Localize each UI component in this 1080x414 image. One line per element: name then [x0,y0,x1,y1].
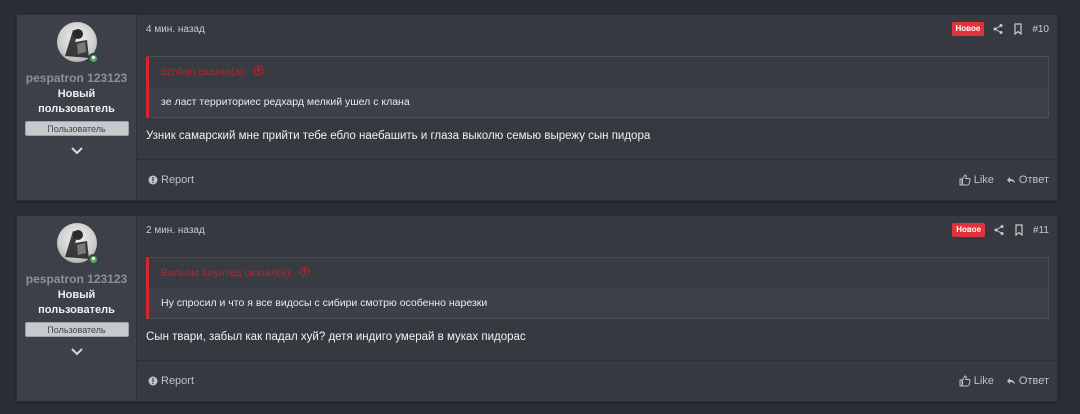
post-header-actions: Новое #10 [951,22,1049,36]
online-status-icon [87,254,99,265]
new-badge: Новое [952,223,986,237]
quote-author-label: dzhfrsn сказал(а): [161,66,247,78]
quote-author[interactable]: dzhfrsn сказал(а): [149,57,1048,87]
message-text: Сын твари, забыл как падал хуй? детя инд… [146,331,526,343]
report-label: Report [161,174,195,186]
post-footer: Report Like Ответ [137,159,1057,200]
arrow-up-circle-icon[interactable] [299,266,310,277]
reply-icon [1006,378,1015,385]
quote-author[interactable]: Вильям Хоунтед сказал(а): [149,258,1048,288]
chevron-down-icon[interactable] [69,145,85,157]
post-number[interactable]: #11 [1033,225,1049,236]
report-link[interactable]: Report [148,174,194,186]
post-header-actions: Новое #11 [952,223,1049,237]
new-badge: Новое [951,22,985,36]
user-title: Новый пользователь [38,289,115,316]
like-button[interactable]: Like [959,174,994,186]
user-info: pespatron 123123 Новый пользователь Поль… [17,15,137,200]
post: pespatron 123123 Новый пользователь Поль… [16,14,1058,201]
thumbs-up-icon [959,375,971,387]
post-footer: Report Like Ответ [137,360,1057,401]
quote-block: Вильям Хоунтед сказал(а): Ну спросил и ч… [146,257,1049,319]
reply-button[interactable]: Ответ [1006,174,1049,186]
quote-text: зе ласт территориес редхард мелкий ушел … [149,87,1048,117]
user-info: pespatron 123123 Новый пользователь Поль… [17,216,137,401]
post-date[interactable]: 2 мин. назад [146,225,205,236]
chevron-down-icon[interactable] [69,346,85,358]
post-header: 2 мин. назад Новое #11 [146,216,1049,244]
report-icon [148,376,158,386]
user-banner: Пользователь [24,322,129,337]
quote-author-label: Вильям Хоунтед сказал(а): [161,267,293,279]
avatar[interactable] [56,22,99,64]
report-icon [148,175,158,185]
post-content: 2 мин. назад Новое #11 Вильям Хоунтед ск… [137,216,1057,401]
report-label: Report [161,375,195,387]
user-banner: Пользователь [24,121,129,136]
reply-label: Ответ [1018,174,1049,186]
reply-icon [1006,177,1015,184]
post-footer-actions: Like Ответ [959,375,1049,387]
reply-label: Ответ [1018,375,1049,387]
quote-block: dzhfrsn сказал(а): зе ласт территориес р… [146,56,1049,118]
share-icon[interactable] [993,224,1005,236]
user-title: Новый пользователь [38,88,115,115]
avatar[interactable] [56,223,99,265]
arrow-up-circle-icon[interactable] [253,65,264,76]
username[interactable]: pespatron 123123 [26,272,127,286]
thumbs-up-icon [959,174,971,186]
post-number[interactable]: #10 [1032,24,1049,35]
posts-list: pespatron 123123 Новый пользователь Поль… [16,14,1058,402]
like-label: Like [973,174,994,186]
like-label: Like [973,375,994,387]
post: pespatron 123123 Новый пользователь Поль… [16,215,1058,402]
report-link[interactable]: Report [148,375,194,387]
quote-text: Ну спросил и что я все видосы с сибири с… [149,288,1048,318]
online-status-icon [87,53,99,64]
bookmark-icon[interactable] [1012,23,1024,35]
post-content: 4 мин. назад Новое #10 dzhfrsn сказал(а)… [137,15,1057,200]
share-icon[interactable] [992,23,1004,35]
post-date[interactable]: 4 мин. назад [146,24,205,35]
post-header: 4 мин. назад Новое #10 [146,15,1049,43]
reply-button[interactable]: Ответ [1006,375,1049,387]
username[interactable]: pespatron 123123 [26,71,127,85]
post-footer-actions: Like Ответ [959,174,1049,186]
like-button[interactable]: Like [959,375,994,387]
message-text: Узник самарский мне прийти тебе ебло нае… [146,130,651,142]
bookmark-icon[interactable] [1013,224,1025,236]
